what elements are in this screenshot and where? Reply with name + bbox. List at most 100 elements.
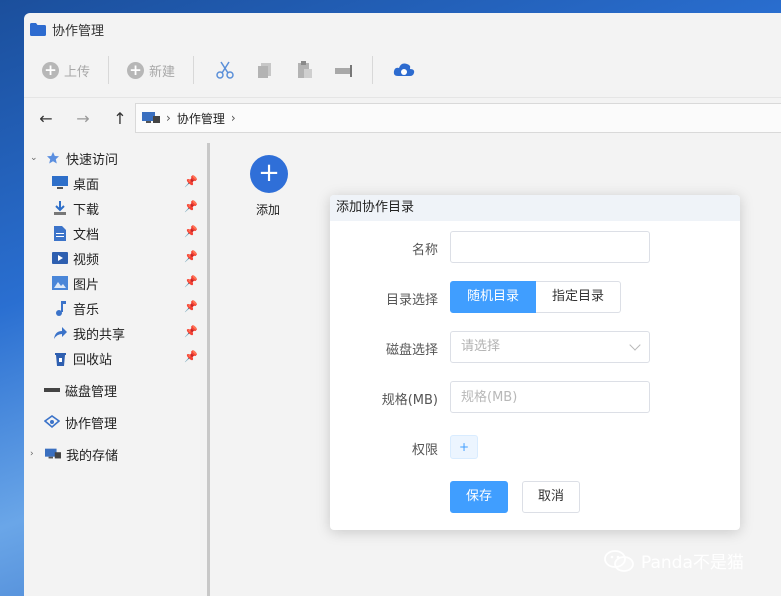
pin-icon[interactable]: 📌 [184, 175, 198, 188]
dir-choice-group: 随机目录 指定目录 [450, 281, 622, 313]
sidebar-item-videos[interactable]: 视频 📌 [52, 248, 198, 268]
sidebar-item-label: 协作管理 [65, 416, 118, 432]
toolbar-divider [108, 56, 110, 84]
pin-icon[interactable]: 📌 [184, 275, 198, 288]
rename-icon [335, 65, 353, 77]
copy-button[interactable] [252, 59, 278, 81]
sidebar-item-label: 我的存储 [66, 448, 119, 464]
star-icon [45, 150, 61, 166]
add-collab-dialog: 添加协作目录 名称 目录选择 随机目录 指定目录 磁盘选择 请选择 规格(MB)… [330, 195, 740, 530]
watermark: Panda不是猫 [603, 548, 744, 573]
collaboration-icon [44, 414, 60, 430]
breadcrumb-chevron-icon: › [166, 111, 171, 125]
sidebar-item-disk-management[interactable]: 磁盘管理 [44, 380, 117, 400]
toolbar: + 上传 + 新建 [24, 51, 781, 89]
sidebar-item-label: 视频 [73, 252, 100, 268]
plus-circle-icon: + [127, 61, 145, 79]
pin-icon[interactable]: 📌 [184, 350, 198, 363]
pin-icon[interactable]: 📌 [184, 225, 198, 238]
name-input[interactable] [450, 231, 650, 263]
new-label: 新建 [149, 64, 176, 80]
up-arrow-icon[interactable]: ↑ [110, 109, 130, 128]
sidebar-item-label: 下载 [73, 202, 100, 218]
dialog-title: 添加协作目录 [330, 195, 740, 221]
paste-icon [298, 61, 313, 78]
sidebar-item-my-storage[interactable]: › 我的存储 [30, 444, 118, 464]
sidebar-label: 快速访问 [66, 152, 119, 168]
sidebar-item-desktop[interactable]: 桌面 📌 [52, 173, 198, 193]
sidebar-item-label: 文档 [73, 227, 100, 243]
scissors-icon [216, 61, 234, 79]
music-note-icon [52, 300, 68, 316]
disk-label: 磁盘选择 [385, 343, 438, 358]
add-permission-button[interactable]: + [450, 435, 478, 459]
download-icon [52, 200, 68, 216]
save-button[interactable]: 保存 [450, 481, 509, 513]
computer-icon [45, 446, 61, 462]
toolbar-divider [372, 56, 374, 84]
cloud-icon [393, 63, 415, 76]
sidebar-item-music[interactable]: 音乐 📌 [52, 298, 198, 318]
disk-row: 磁盘选择 请选择 [330, 331, 740, 363]
sidebar: ⌄ 快速访问 桌面 📌 下载 📌 文档 📌 视频 📌 图片 📌 音乐 📌 我的共… [24, 143, 208, 596]
disk-select[interactable]: 请选择 [450, 331, 650, 363]
move-button[interactable] [332, 59, 358, 81]
add-button[interactable]: + [250, 155, 288, 193]
dir-label: 目录选择 [385, 293, 438, 308]
wechat-icon [604, 549, 634, 572]
back-arrow-icon[interactable]: ← [36, 109, 56, 128]
name-label: 名称 [411, 243, 438, 258]
pin-icon[interactable]: 📌 [184, 250, 198, 263]
specified-dir-option[interactable]: 指定目录 [536, 281, 622, 313]
spec-label: 规格(MB) [381, 393, 438, 408]
sidebar-item-my-share[interactable]: 我的共享 📌 [52, 323, 198, 343]
sidebar-item-label: 回收站 [73, 352, 113, 368]
name-row: 名称 [330, 231, 740, 263]
pin-icon[interactable]: 📌 [184, 300, 198, 313]
pin-icon[interactable]: 📌 [184, 200, 198, 213]
cut-button[interactable] [212, 59, 238, 81]
toolbar-divider [193, 56, 195, 84]
desktop-icon [52, 175, 68, 191]
dir-row: 目录选择 随机目录 指定目录 [330, 281, 740, 313]
recycle-bin-icon [52, 350, 68, 366]
random-dir-option[interactable]: 随机目录 [450, 281, 537, 313]
disk-select-placeholder: 请选择 [461, 339, 501, 354]
title-bar: 协作管理 [24, 13, 781, 45]
spec-input[interactable] [450, 381, 650, 413]
chevron-down-icon [629, 339, 641, 351]
sidebar-item-pictures[interactable]: 图片 📌 [52, 273, 198, 293]
sidebar-quick-access[interactable]: ⌄ 快速访问 [30, 148, 118, 168]
perm-row: 权限 + [330, 431, 740, 463]
folder-icon [30, 22, 46, 36]
copy-icon [258, 63, 272, 78]
sidebar-item-label: 磁盘管理 [65, 384, 118, 400]
plus-icon: + [258, 158, 280, 188]
paste-button[interactable] [292, 59, 318, 81]
watermark-text: Panda不是猫 [641, 553, 744, 573]
video-icon [52, 250, 68, 266]
document-icon [52, 225, 68, 241]
spec-row: 规格(MB) [330, 381, 740, 413]
breadcrumb-item[interactable]: 协作管理 [177, 110, 225, 127]
chevron-right-icon: › [30, 449, 34, 459]
navigation-bar: ← → ↑ › 协作管理 › [24, 97, 781, 139]
cancel-button[interactable]: 取消 [522, 481, 581, 513]
disk-icon [44, 382, 60, 398]
sidebar-item-documents[interactable]: 文档 📌 [52, 223, 198, 243]
sidebar-item-label: 图片 [73, 277, 100, 293]
new-button[interactable]: + 新建 [127, 61, 175, 80]
pin-icon[interactable]: 📌 [184, 325, 198, 338]
sidebar-item-label: 音乐 [73, 302, 100, 318]
share-icon [52, 325, 68, 341]
picture-icon [52, 275, 68, 291]
upload-button[interactable]: + 上传 [42, 61, 90, 80]
forward-arrow-icon[interactable]: → [73, 109, 93, 128]
chevron-down-icon: ⌄ [30, 153, 38, 163]
sidebar-item-collab-management[interactable]: 协作管理 [44, 412, 117, 432]
cloud-sync-button[interactable] [391, 59, 417, 81]
address-bar[interactable]: › 协作管理 › [135, 103, 781, 133]
sidebar-item-downloads[interactable]: 下载 📌 [52, 198, 198, 218]
sidebar-item-label: 桌面 [73, 177, 100, 193]
sidebar-item-recycle-bin[interactable]: 回收站 📌 [52, 348, 198, 368]
